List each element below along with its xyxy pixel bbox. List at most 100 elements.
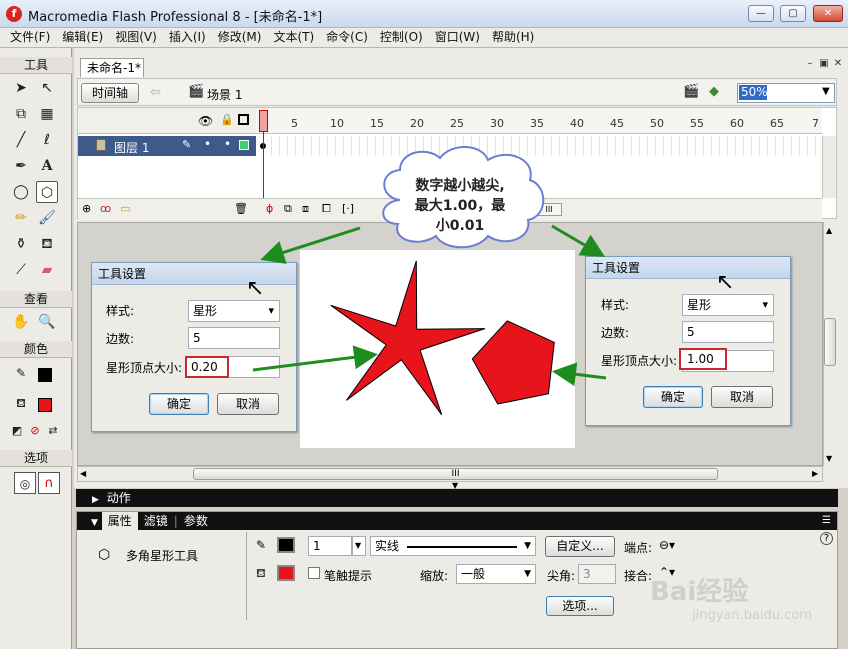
selection-tool-icon[interactable]: ➤ xyxy=(10,77,32,99)
menu-modify[interactable]: 修改(M) xyxy=(212,28,268,47)
free-transform-tool-icon[interactable]: ⧉ xyxy=(10,103,32,125)
pencil-tool-icon[interactable]: ✏ xyxy=(10,207,32,229)
hand-tool-icon[interactable]: ✋ xyxy=(10,311,32,333)
add-guide-layer-icon[interactable]: ꝏ xyxy=(100,202,111,215)
lock-icon[interactable]: 🔒 xyxy=(220,113,234,126)
cancel-button[interactable]: 取消 xyxy=(711,386,773,408)
visible-dot-icon[interactable]: • xyxy=(204,137,211,151)
stroke-color-swatch[interactable] xyxy=(277,537,295,553)
expand-arrow-icon[interactable]: ▶ xyxy=(92,495,99,505)
pen-tool-icon[interactable]: ✒ xyxy=(10,155,32,177)
tab-properties[interactable]: 属性 xyxy=(101,512,138,530)
menu-control[interactable]: 控制(O) xyxy=(374,28,429,47)
doc-restore-icon[interactable]: ▣ xyxy=(818,58,830,70)
ink-bottle-tool-icon[interactable]: ⚱ xyxy=(10,233,32,255)
minimize-button[interactable]: — xyxy=(748,5,774,22)
menu-insert[interactable]: 插入(I) xyxy=(163,28,212,47)
style-select[interactable]: 星形 xyxy=(682,294,774,316)
timeline-toggle-button[interactable]: 时间轴 xyxy=(81,83,139,103)
stroke-style-select[interactable]: 实线 ▼ xyxy=(370,536,536,556)
ok-button[interactable]: 确定 xyxy=(643,386,703,408)
menu-edit[interactable]: 编辑(E) xyxy=(56,28,109,47)
cap-style-icon[interactable]: ⊖▾ xyxy=(659,538,675,552)
polystar-tool-icon[interactable]: ⬡ xyxy=(36,181,58,203)
stroke-color-swatch[interactable] xyxy=(38,368,52,382)
stage-hscroll-thumb[interactable]: III xyxy=(193,468,718,480)
menu-window[interactable]: 窗口(W) xyxy=(429,28,486,47)
center-frame-icon[interactable]: ϕ xyxy=(266,202,273,215)
sides-input[interactable]: 5 xyxy=(682,321,774,343)
maximize-button[interactable]: ▢ xyxy=(780,5,806,22)
document-tab[interactable]: 未命名-1* xyxy=(80,58,144,77)
cancel-button[interactable]: 取消 xyxy=(217,393,279,415)
swap-colors-icon[interactable]: ⇄ xyxy=(42,420,64,442)
actions-panel-bar[interactable]: ▶ 动作 xyxy=(76,489,838,507)
timeline-scrollbar[interactable] xyxy=(822,136,836,198)
outline-color-icon[interactable] xyxy=(239,140,249,150)
fill-transform-tool-icon[interactable]: ▦ xyxy=(36,103,58,125)
doc-close-icon[interactable]: ✕ xyxy=(832,58,844,70)
scroll-left-icon[interactable]: ◀ xyxy=(80,469,86,478)
delete-layer-icon[interactable]: 🗑 xyxy=(234,202,248,215)
stroke-width-input[interactable]: 1 xyxy=(308,536,352,556)
panel-menu-icon[interactable]: ☰ xyxy=(822,512,831,530)
help-icon[interactable]: ? xyxy=(820,532,833,545)
zoom-chevron-down-icon[interactable]: ▼ xyxy=(822,86,830,97)
lock-dot-icon[interactable]: • xyxy=(224,137,231,151)
layer-row[interactable]: 图层 1 ✎ • • xyxy=(78,136,256,156)
close-button[interactable]: ✕ xyxy=(813,5,843,22)
sharp-star-shape[interactable] xyxy=(330,260,486,416)
tab-parameters[interactable]: 参数 xyxy=(178,512,214,530)
edit-symbols-icon[interactable]: ◆ xyxy=(709,84,719,99)
onion-outline-icon[interactable]: ⧈ xyxy=(302,202,309,216)
stage-vscroll-thumb[interactable] xyxy=(824,318,836,366)
line-tool-icon[interactable]: ╱ xyxy=(10,129,32,151)
menu-help[interactable]: 帮助(H) xyxy=(486,28,540,47)
eye-icon[interactable]: 👁 xyxy=(198,114,213,128)
options-button[interactable]: 选项... xyxy=(546,596,614,616)
brush-tool-icon[interactable]: 🖌 xyxy=(36,207,58,229)
fill-color-swatch[interactable] xyxy=(277,565,295,581)
zoom-tool-icon[interactable]: 🔍 xyxy=(36,311,58,333)
oval-tool-icon[interactable]: ◯ xyxy=(10,181,32,203)
scene-label[interactable]: 场景 1 xyxy=(207,86,242,103)
onion-markers-icon[interactable]: [·] xyxy=(342,202,354,215)
snap-magnet-icon[interactable]: ∩ xyxy=(38,472,60,494)
menu-view[interactable]: 视图(V) xyxy=(109,28,163,47)
outline-icon[interactable] xyxy=(238,114,249,125)
menu-file[interactable]: 文件(F) xyxy=(4,28,56,47)
text-tool-icon[interactable]: A xyxy=(36,155,58,177)
tab-filters[interactable]: 滤镜 xyxy=(138,512,174,530)
edit-scene-icon[interactable]: 🎬 xyxy=(683,84,699,99)
sides-input[interactable]: 5 xyxy=(188,327,280,349)
pentagon-star-shape[interactable] xyxy=(471,320,555,405)
collapse-arrow-icon[interactable]: ▼ xyxy=(91,518,98,528)
stroke-hint-checkbox[interactable] xyxy=(308,567,320,579)
ok-button[interactable]: 确定 xyxy=(149,393,209,415)
edit-multiple-frames-icon[interactable]: ⧠ xyxy=(322,202,331,216)
back-arrow-icon[interactable]: ⇦ xyxy=(150,85,161,100)
lasso-tool-icon[interactable]: ℓ xyxy=(36,129,58,151)
playhead[interactable] xyxy=(259,110,268,132)
layer-name[interactable]: 图层 1 xyxy=(114,139,149,156)
onion-skin-icon[interactable]: ⧉ xyxy=(284,202,292,216)
menu-text[interactable]: 文本(T) xyxy=(267,28,320,47)
custom-stroke-button[interactable]: 自定义... xyxy=(545,536,615,557)
menu-commands[interactable]: 命令(C) xyxy=(320,28,374,47)
subselection-tool-icon[interactable]: ↖ xyxy=(36,77,58,99)
stroke-width-chevron-icon[interactable]: ▼ xyxy=(352,536,366,556)
object-drawing-icon[interactable]: ◎ xyxy=(14,472,36,494)
scroll-up-icon[interactable]: ▲ xyxy=(826,226,832,235)
scroll-right-icon[interactable]: ▶ xyxy=(812,469,818,478)
insert-layer-icon[interactable]: ⊕ xyxy=(82,202,91,215)
scale-select[interactable]: 一般 ▼ xyxy=(456,564,536,584)
doc-minimize-icon[interactable]: – xyxy=(804,58,816,70)
eyedropper-tool-icon[interactable]: ⟋ xyxy=(10,259,32,281)
style-select[interactable]: 星形 xyxy=(188,300,280,322)
eraser-tool-icon[interactable]: ▰ xyxy=(36,259,58,281)
fill-color-swatch[interactable] xyxy=(38,398,52,412)
paint-bucket-tool-icon[interactable]: ⛾ xyxy=(36,233,58,255)
insert-folder-icon[interactable]: ▭ xyxy=(120,202,130,215)
miter-input[interactable]: 3 xyxy=(578,564,616,584)
scroll-down-icon[interactable]: ▼ xyxy=(826,454,832,463)
